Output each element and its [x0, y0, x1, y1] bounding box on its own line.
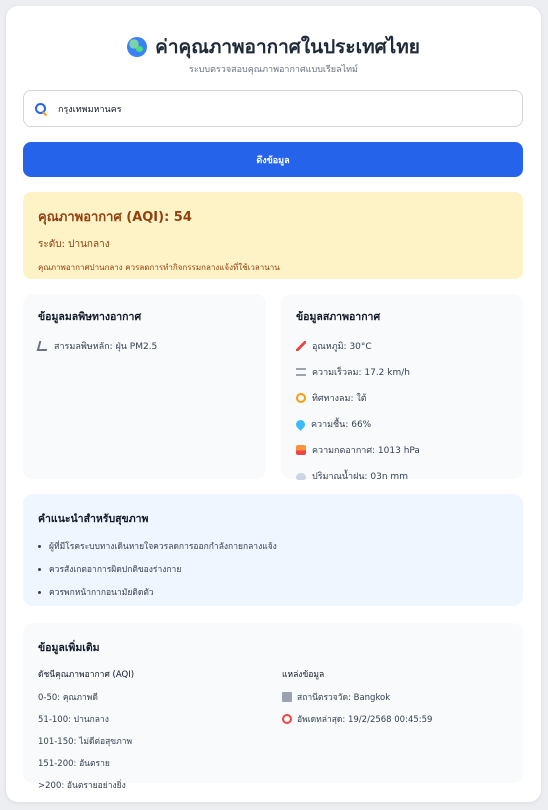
data-source-heading: แหล่งข้อมูล [282, 670, 325, 680]
weather-panel: ข้อมูลสภาพอากาศ อุณหภูมิ: 30°C ความเร็วล… [281, 294, 523, 482]
page-title-row: ค่าคุณภาพอากาศในประเทศไทย [6, 32, 541, 62]
main-pollutant-text: สารมลพิษหลัก: ฝุ่น PM2.5 [54, 342, 158, 352]
rain-cloud-icon [296, 472, 306, 480]
humidity-text: ความชื้น: 66% [311, 420, 372, 430]
weather-wind-speed: ความเร็วลม: 17.2 km/h [296, 365, 508, 379]
bullet-icon [38, 590, 41, 594]
additional-info-panel: ข้อมูลเพิ่มเติม ดัชนีคุณภาพอากาศ (AQI) 0… [23, 623, 523, 791]
weather-temperature: อุณหภูมิ: 30°C [296, 339, 508, 353]
station-text: สถานีตรวจวัด: Bangkok [297, 693, 391, 703]
weather-humidity: ความชื้น: 66% [294, 417, 508, 431]
aqi-index-item: 101-150: ไม่ดีต่อสุขภาพ [38, 737, 133, 747]
page-subtitle: ระบบตรวจสอบคุณภาพอากาศแบบเรียลไทม์ [189, 65, 358, 75]
compass-icon [296, 393, 306, 403]
advice-text: ควรสังเกตอาการผิดปกติของร่างกาย [49, 565, 182, 575]
bullet-icon [38, 567, 41, 571]
temperature-text: อุณหภูมิ: 30°C [312, 342, 372, 352]
wind-direction-text: ทิศทางลม: ใต้ [312, 394, 367, 404]
bullet-icon [38, 544, 41, 548]
weather-wind-direction: ทิศทางลม: ใต้ [296, 391, 508, 405]
wind-icon [296, 368, 306, 376]
list-item: ควรพกหน้ากากอนามัยติดตัว [38, 585, 508, 599]
health-advice-panel: คำแนะนำสำหรับสุขภาพ ผู้ที่มีโรคระบบทางเด… [23, 494, 523, 606]
search-icon [34, 102, 48, 116]
building-icon [282, 692, 292, 702]
weather-title: ข้อมูลสภาพอากาศ [296, 311, 381, 323]
health-advice-list: ผู้ที่มีโรคระบบทางเดินหายใจควรลดการออกกำ… [38, 539, 508, 599]
main-card: ค่าคุณภาพอากาศในประเทศไทย ระบบตรวจสอบคุณ… [6, 6, 541, 802]
globe-icon [127, 37, 148, 57]
search-box[interactable] [23, 90, 523, 127]
list-item: ผู้ที่มีโรคระบบทางเดินหายใจควรลดการออกกำ… [38, 539, 508, 553]
station-info: สถานีตรวจวัด: Bangkok [282, 690, 432, 704]
aqi-index-item: >200: อันตรายอย่างยิ่ง [38, 781, 126, 791]
pollution-panel: ข้อมูลมลพิษทางอากาศ สารมลพิษหลัก: ฝุ่น P… [23, 294, 266, 479]
data-source-column: แหล่งข้อมูล สถานีตรวจวัด: Bangkok อัพเดท… [282, 667, 432, 734]
last-updated: อัพเดทล่าสุด: 19/2/2568 00:45:59 [282, 712, 432, 726]
sunset-icon [296, 445, 306, 455]
aqi-index-heading: ดัชนีคุณภาพอากาศ (AQI) [38, 670, 135, 680]
fetch-data-button[interactable]: ดึงข้อมูล [23, 142, 523, 177]
alarm-clock-icon [282, 714, 292, 724]
rainfall-text: ปริมาณน้ำฝน: 03n mm [312, 472, 408, 482]
aqi-summary: คุณภาพอากาศ (AQI): 54 ระดับ: ปานกลาง คุณ… [23, 192, 523, 279]
aqi-value: คุณภาพอากาศ (AQI): 54 [38, 210, 192, 225]
aqi-index-column: ดัชนีคุณภาพอากาศ (AQI) 0-50: คุณภาพดี 51… [38, 667, 134, 800]
droplets-icon [294, 417, 307, 431]
additional-info-title: ข้อมูลเพิ่มเติม [38, 642, 100, 654]
health-title: คำแนะนำสำหรับสุขภาพ [38, 513, 149, 525]
pressure-text: ความกดอากาศ: 1013 hPa [312, 446, 420, 456]
microscope-icon [36, 341, 50, 351]
search-input[interactable] [58, 103, 522, 114]
weather-pressure: ความกดอากาศ: 1013 hPa [296, 443, 508, 457]
aqi-index-item: 151-200: อันตราย [38, 759, 110, 769]
page-title: ค่าคุณภาพอากาศในประเทศไทย [155, 36, 420, 58]
advice-text: ผู้ที่มีโรคระบบทางเดินหายใจควรลดการออกกำ… [49, 542, 277, 552]
pollution-title: ข้อมูลมลพิษทางอากาศ [38, 311, 142, 323]
aqi-index-item: 0-50: คุณภาพดี [38, 693, 98, 703]
list-item: ควรสังเกตอาการผิดปกติของร่างกาย [38, 562, 508, 576]
aqi-index-item: 51-100: ปานกลาง [38, 715, 109, 725]
thermometer-icon [296, 341, 306, 351]
main-pollutant: สารมลพิษหลัก: ฝุ่น PM2.5 [36, 339, 251, 353]
weather-rainfall: ปริมาณน้ำฝน: 03n mm [296, 469, 508, 483]
aqi-level: ระดับ: ปานกลาง [38, 239, 110, 250]
last-updated-text: อัพเดทล่าสุด: 19/2/2568 00:45:59 [297, 715, 433, 725]
aqi-description: คุณภาพอากาศปานกลาง ควรลดการทำกิจกรรมกลาง… [38, 263, 280, 272]
wind-speed-text: ความเร็วลม: 17.2 km/h [312, 368, 410, 378]
advice-text: ควรพกหน้ากากอนามัยติดตัว [49, 588, 154, 598]
